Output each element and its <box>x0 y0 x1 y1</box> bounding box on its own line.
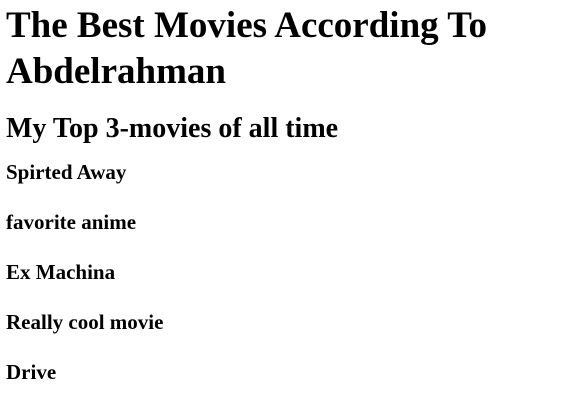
page-title: The Best Movies According To Abdelrahman <box>6 5 488 92</box>
movie-note: favorite anime <box>6 210 137 234</box>
movie-title: Spirted Away <box>6 160 127 184</box>
movie-title: Drive <box>6 360 57 384</box>
page-content: The Best Movies According To Abdelrahman… <box>6 0 562 386</box>
movie-note: Really cool movie <box>6 310 164 334</box>
movie-title: Ex Machina <box>6 260 116 284</box>
movie-list: Spirted Away favorite anime Ex Machina R… <box>6 147 562 386</box>
page-subtitle: My Top 3-movies of all time <box>6 113 339 144</box>
